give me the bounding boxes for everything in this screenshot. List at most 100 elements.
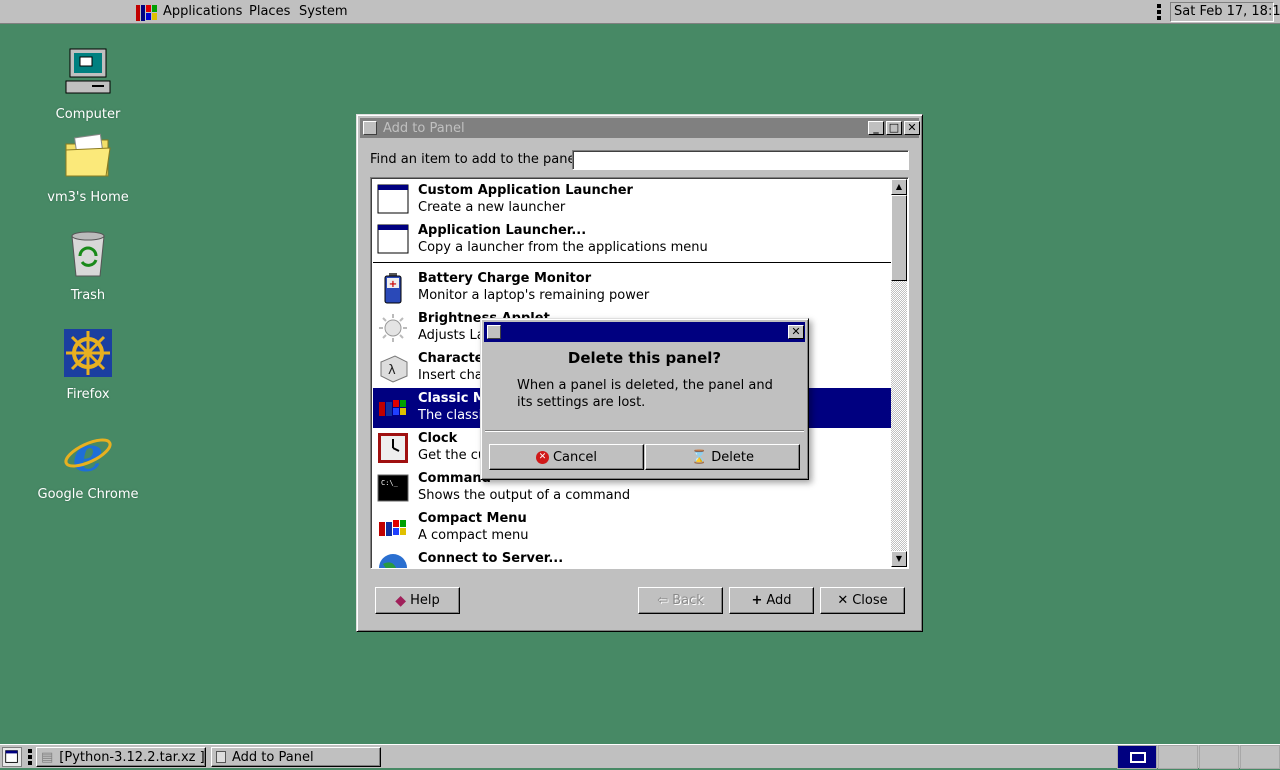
desktop-icon-label: Google Chrome xyxy=(37,487,139,502)
desktop-icon-label: Computer xyxy=(55,107,121,122)
battery-icon: + xyxy=(384,273,402,304)
window-menu-icon[interactable] xyxy=(487,325,501,339)
svg-text:+: + xyxy=(389,279,397,290)
scroll-thumb[interactable] xyxy=(891,195,907,281)
dialog-message: When a panel is deleted, the panel and i… xyxy=(517,378,773,410)
main-menu-icon[interactable] xyxy=(136,4,158,22)
classic-menu-icon xyxy=(379,400,406,416)
show-desktop-button[interactable] xyxy=(2,747,22,767)
item-name: Connect to Server... xyxy=(418,551,564,566)
add-button[interactable]: + Add xyxy=(729,587,814,614)
svg-text:C:\_: C:\_ xyxy=(381,479,399,487)
item-desc: Monitor a laptop's remaining power xyxy=(418,288,650,303)
delete-label: Delete xyxy=(711,449,754,465)
character-map-icon: λ xyxy=(380,355,408,383)
desktop-icon-firefox[interactable]: Firefox xyxy=(33,327,143,402)
workspace-2[interactable] xyxy=(1158,745,1198,769)
dialog-close-button[interactable]: ✕ xyxy=(788,325,804,339)
scroll-up-button[interactable]: ▲ xyxy=(891,179,907,195)
folder-icon xyxy=(65,133,111,177)
item-desc: The classic xyxy=(418,408,490,423)
list-item[interactable]: Connect to Server... xyxy=(373,548,892,568)
list-item[interactable]: + Battery Charge Monitor Monitor a lapto… xyxy=(373,268,892,308)
dialog-titlebar[interactable]: ✕ xyxy=(484,322,805,342)
svg-text:e: e xyxy=(73,427,104,479)
top-panel: Applications Places System Sat Feb 17, 1… xyxy=(0,0,1280,24)
window-menu-icon[interactable] xyxy=(363,121,377,135)
list-item[interactable]: Application Launcher... Copy a launcher … xyxy=(373,220,892,260)
desktop-icon-home[interactable]: vm3's Home xyxy=(33,130,143,205)
item-desc: A compact menu xyxy=(418,528,529,543)
help-label: Help xyxy=(410,593,440,608)
task-label: [Python-3.12.2.tar.xz ] xyxy=(59,749,205,765)
scroll-down-button[interactable]: ▼ xyxy=(891,551,907,567)
archive-icon: ▤ xyxy=(41,749,54,765)
x-icon: ✕ xyxy=(837,593,849,608)
add-to-panel-titlebar[interactable]: Add to Panel _ □ ✕ xyxy=(360,118,920,138)
brightness-icon xyxy=(379,314,407,342)
workspace-1[interactable] xyxy=(1117,745,1157,769)
task-label: Add to Panel xyxy=(232,749,314,765)
desktop-icon-chrome[interactable]: e Google Chrome xyxy=(33,427,143,502)
bottom-panel: ▤ [Python-3.12.2.tar.xz ] Add to Panel xyxy=(0,744,1280,769)
add-label: Add xyxy=(766,593,792,608)
help-button[interactable]: ◆ Help xyxy=(375,587,460,614)
close-window-button[interactable]: ✕ xyxy=(904,121,920,135)
back-label: Back xyxy=(672,593,704,608)
desktop-icon-label: Trash xyxy=(70,288,106,303)
item-name: Battery Charge Monitor xyxy=(418,271,592,286)
launcher-window-icon xyxy=(377,184,409,214)
workspace-window-icon xyxy=(1130,752,1146,763)
plus-icon: + xyxy=(751,593,763,608)
help-book-icon: ◆ xyxy=(395,592,407,609)
list-item[interactable]: Custom Application Launcher Create a new… xyxy=(373,180,892,220)
menu-places[interactable]: Places xyxy=(249,4,290,19)
back-arrow-icon: ⇦ xyxy=(657,593,669,608)
menu-system[interactable]: System xyxy=(299,4,347,19)
maximize-button[interactable]: □ xyxy=(886,121,902,135)
trash-icon xyxy=(71,231,105,277)
desktop-icon-label: vm3's Home xyxy=(47,190,129,205)
cancel-label: Cancel xyxy=(552,449,598,465)
panel-drag-handle[interactable] xyxy=(28,749,32,765)
dialog-separator xyxy=(485,430,804,432)
ship-wheel-icon xyxy=(64,329,112,377)
task-python-archive[interactable]: ▤ [Python-3.12.2.tar.xz ] xyxy=(36,747,206,767)
window-icon xyxy=(216,751,226,763)
close-button[interactable]: ✕ Close xyxy=(820,587,905,614)
minimize-button[interactable]: _ xyxy=(868,121,884,135)
panel-drag-handle[interactable] xyxy=(1157,4,1163,20)
clock[interactable]: Sat Feb 17, 18:10 xyxy=(1170,2,1280,22)
desktop-icon-computer[interactable]: Computer xyxy=(33,47,143,122)
item-name: Application Launcher... xyxy=(418,223,587,238)
cancel-button[interactable]: ✕ Cancel xyxy=(489,444,644,470)
list-scrollbar[interactable]: ▲ ▼ xyxy=(891,179,907,567)
search-label: Find an item to add to the panel: xyxy=(370,152,584,167)
task-add-to-panel[interactable]: Add to Panel xyxy=(211,747,381,767)
compact-menu-icon xyxy=(379,520,406,536)
cancel-icon: ✕ xyxy=(535,450,549,464)
back-button[interactable]: ⇦ Back xyxy=(638,587,723,614)
delete-button[interactable]: ⌛ Delete xyxy=(645,444,800,470)
list-item[interactable]: Compact Menu A compact menu xyxy=(373,508,892,548)
workspace-3[interactable] xyxy=(1199,745,1239,769)
item-desc: Adjusts La xyxy=(418,328,485,343)
item-desc: Shows the output of a command xyxy=(418,488,631,503)
desktop-icon xyxy=(5,750,18,763)
internet-explorer-icon: e xyxy=(64,427,112,483)
globe-icon xyxy=(379,554,407,568)
desktop-icon-trash[interactable]: Trash xyxy=(33,228,143,303)
launcher-window-icon xyxy=(377,224,409,254)
menu-applications[interactable]: Applications xyxy=(163,4,242,19)
terminal-icon: C:\_ xyxy=(377,474,409,502)
item-desc: Create a new launcher xyxy=(418,200,566,215)
item-name: Custom Application Launcher xyxy=(418,183,633,198)
svg-text:λ: λ xyxy=(388,363,396,378)
workspace-4[interactable] xyxy=(1240,745,1280,769)
desktop-icon-label: Firefox xyxy=(66,387,110,402)
item-name: Clock xyxy=(418,431,458,446)
search-input[interactable] xyxy=(572,150,909,170)
dialog-heading: Delete this panel? xyxy=(567,349,722,367)
computer-icon xyxy=(65,48,111,94)
window-title: Add to Panel xyxy=(383,120,465,136)
